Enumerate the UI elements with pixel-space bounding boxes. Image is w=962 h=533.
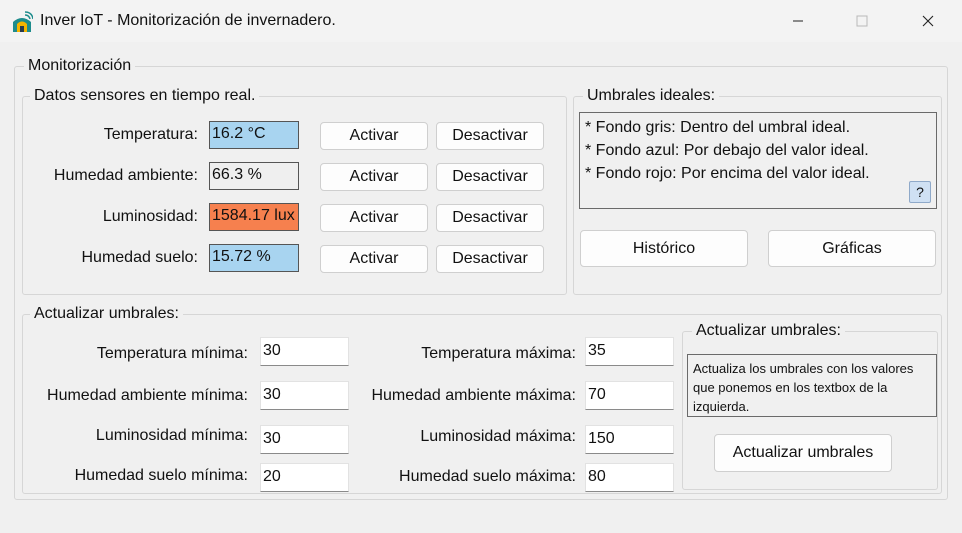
- thresholds-title: Actualizar umbrales:: [30, 305, 183, 323]
- soil-humidity-max-input[interactable]: 80: [585, 463, 674, 492]
- maximize-button[interactable]: [839, 8, 885, 34]
- luminosity-max-input[interactable]: 150: [585, 425, 674, 454]
- threshold-label: Humedad suelo mínima:: [74, 467, 248, 484]
- threshold-label: Luminosidad mínima:: [95, 427, 248, 444]
- update-description: Actualiza los umbrales con los valores q…: [687, 354, 937, 417]
- update-thresholds-button[interactable]: Actualizar umbrales: [714, 434, 892, 472]
- sensors-title: Datos sensores en tiempo real.: [30, 87, 260, 105]
- minimize-button[interactable]: [775, 8, 821, 34]
- threshold-label: Temperatura máxima:: [421, 345, 576, 362]
- sensor-value: 16.2 °C: [209, 121, 299, 149]
- charts-button[interactable]: Gráficas: [768, 230, 936, 267]
- activate-button[interactable]: Activar: [320, 163, 428, 191]
- sensor-value: 1584.17 lux: [209, 203, 299, 231]
- sensor-label: Temperatura:: [103, 126, 198, 143]
- deactivate-button[interactable]: Desactivar: [436, 163, 544, 191]
- update-panel-title: Actualizar umbrales:: [692, 322, 845, 340]
- luminosity-min-input[interactable]: 30: [260, 425, 349, 454]
- sensor-value: 66.3 %: [209, 162, 299, 190]
- deactivate-button[interactable]: Desactivar: [436, 204, 544, 232]
- sensor-value: 15.72 %: [209, 244, 299, 272]
- threshold-label: Temperatura mínima:: [96, 345, 248, 362]
- threshold-label: Humedad ambiente máxima:: [371, 387, 576, 404]
- title-bar: Inver IoT - Monitorización de invernader…: [0, 0, 962, 42]
- help-button[interactable]: ?: [909, 181, 931, 203]
- legend-line-red: * Fondo rojo: Por encima del valor ideal…: [585, 165, 870, 182]
- monitor-title: Monitorización: [24, 57, 136, 75]
- greenhouse-wifi-icon: [13, 11, 33, 32]
- close-button[interactable]: [905, 8, 951, 34]
- ideal-title: Umbrales ideales:: [583, 87, 720, 105]
- air-humidity-max-input[interactable]: 70: [585, 381, 674, 410]
- deactivate-button[interactable]: Desactivar: [436, 245, 544, 273]
- sensor-label: Humedad ambiente:: [53, 167, 198, 184]
- soil-humidity-min-input[interactable]: 20: [260, 463, 349, 492]
- window-title: Inver IoT - Monitorización de invernader…: [40, 12, 336, 29]
- maximize-icon: [856, 15, 868, 27]
- activate-button[interactable]: Activar: [320, 122, 428, 150]
- legend-box: * Fondo gris: Dentro del umbral ideal. *…: [579, 112, 937, 209]
- sensor-label: Humedad suelo:: [81, 249, 198, 266]
- threshold-label: Humedad ambiente mínima:: [47, 387, 248, 404]
- temp-min-input[interactable]: 30: [260, 337, 349, 366]
- air-humidity-min-input[interactable]: 30: [260, 381, 349, 410]
- deactivate-button[interactable]: Desactivar: [436, 122, 544, 150]
- temp-max-input[interactable]: 35: [585, 337, 674, 366]
- minimize-icon: [793, 20, 803, 22]
- activate-button[interactable]: Activar: [320, 245, 428, 273]
- close-icon: [922, 15, 934, 27]
- threshold-label: Humedad suelo máxima:: [399, 468, 576, 485]
- history-button[interactable]: Histórico: [580, 230, 748, 267]
- activate-button[interactable]: Activar: [320, 204, 428, 232]
- sensor-label: Luminosidad:: [102, 208, 198, 225]
- threshold-label: Luminosidad máxima:: [420, 428, 576, 445]
- legend-line-gray: * Fondo gris: Dentro del umbral ideal.: [585, 119, 851, 136]
- legend-line-blue: * Fondo azul: Por debajo del valor ideal…: [585, 142, 869, 159]
